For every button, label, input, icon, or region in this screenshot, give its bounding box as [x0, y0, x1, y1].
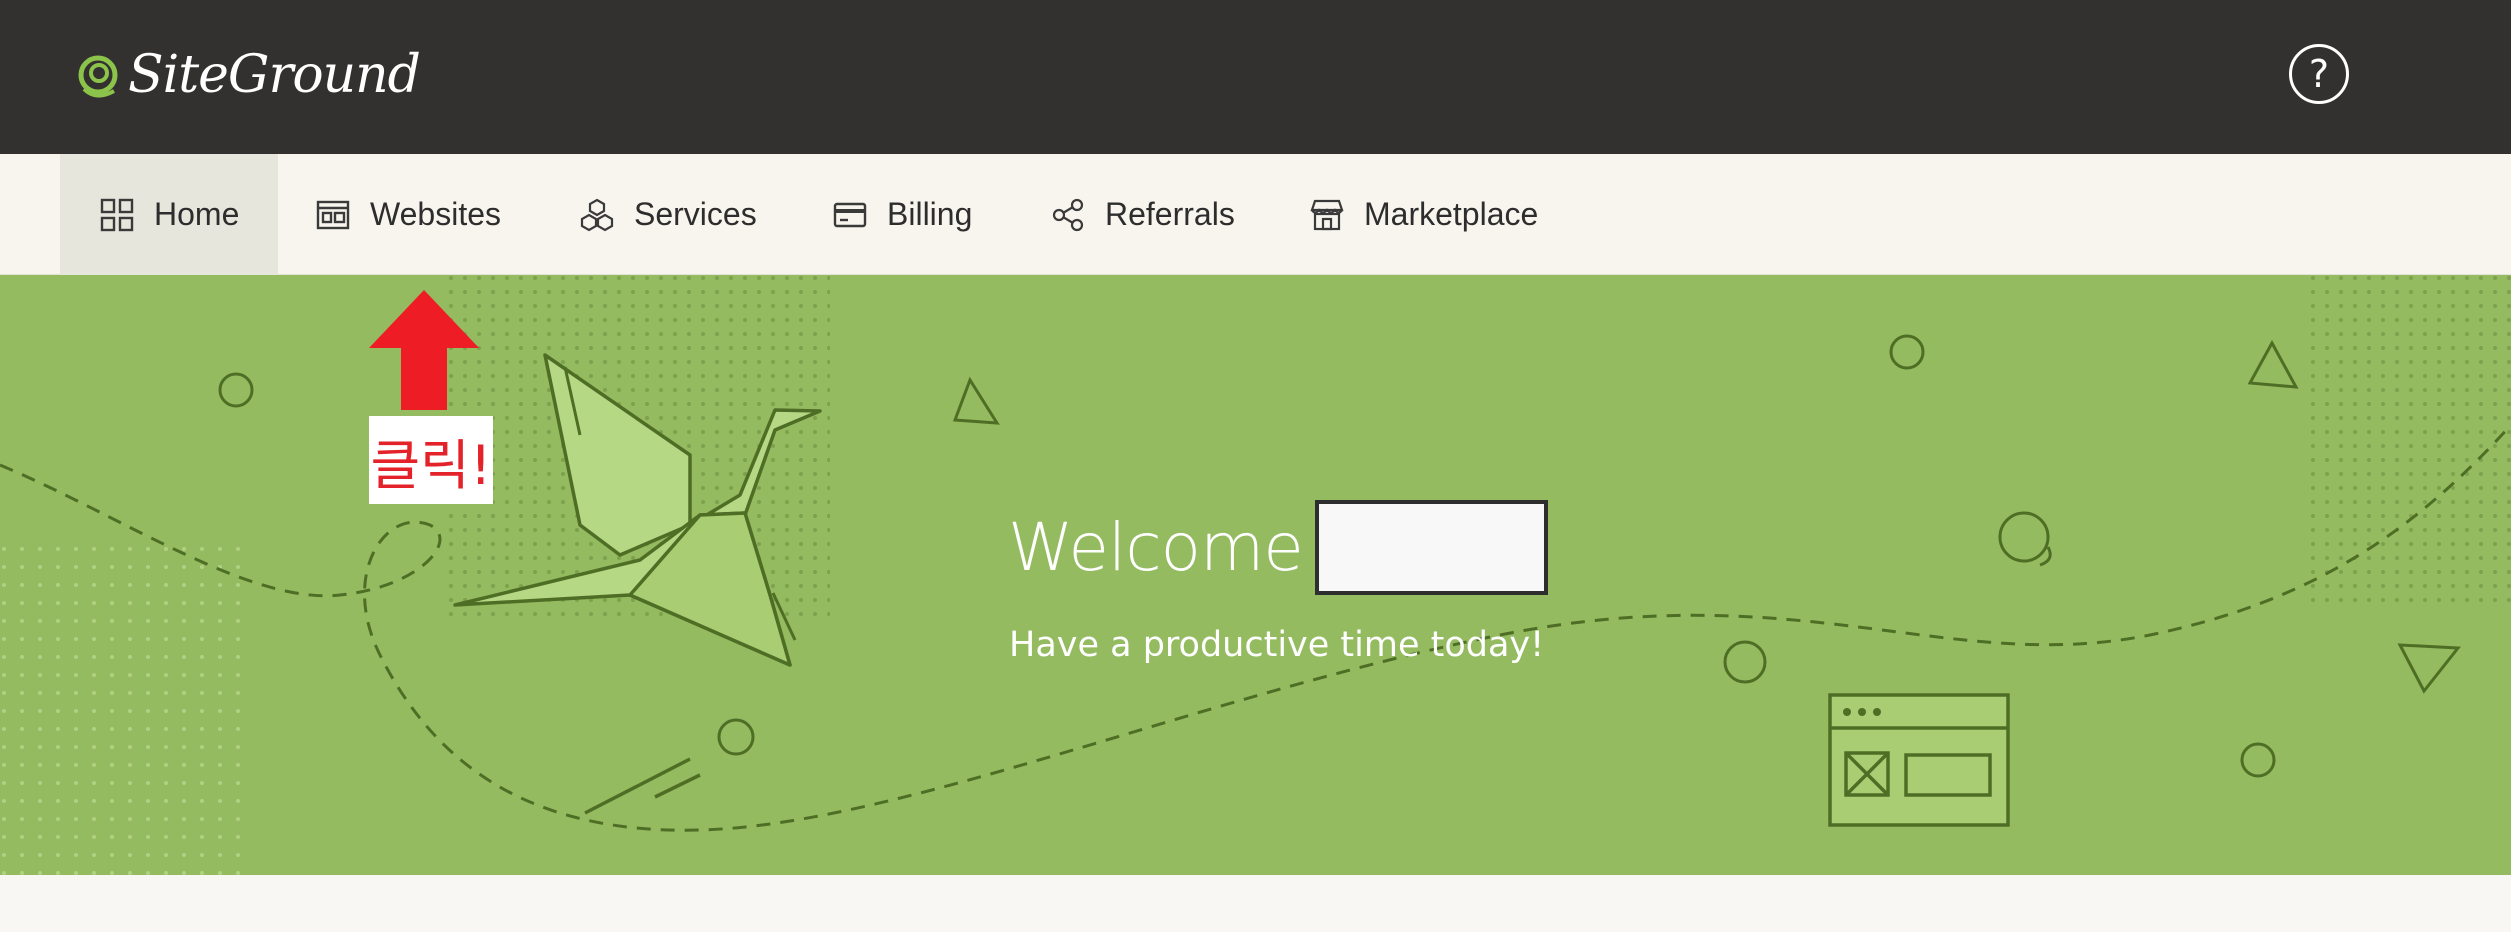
help-button[interactable]: ?	[2289, 44, 2349, 104]
welcome-text: Welcome	[1008, 509, 1304, 586]
share-nodes-icon	[1052, 198, 1084, 231]
nav-item-services[interactable]: Services	[580, 154, 757, 275]
credit-card-icon	[833, 202, 867, 227]
logo-text: SiteGround	[128, 45, 421, 105]
siteground-logo[interactable]: SiteGround	[78, 40, 421, 110]
click-annotation-label: 클릭!	[369, 416, 493, 504]
nav-label: Home	[154, 196, 240, 232]
nav-label: Billing	[887, 196, 973, 232]
main-navigation: Home Websites Services Billing Referrals	[0, 154, 2511, 275]
nav-label: Marketplace	[1364, 196, 1539, 232]
redacted-username-box	[1314, 500, 1548, 595]
nav-item-billing[interactable]: Billing	[833, 154, 972, 275]
content-area	[0, 875, 2511, 932]
nav-label: Referrals	[1105, 196, 1235, 232]
nav-item-home[interactable]: Home	[60, 154, 278, 275]
welcome-subtitle: Have a productive time today!	[1009, 625, 1545, 665]
red-up-arrow-icon	[369, 290, 479, 410]
grid-icon	[100, 198, 134, 231]
nav-label: Services	[634, 196, 757, 232]
siteground-logo-icon	[78, 55, 118, 98]
nav-label: Websites	[370, 196, 502, 232]
nav-item-marketplace[interactable]: Marketplace	[1310, 154, 1538, 275]
nav-item-referrals[interactable]: Referrals	[1051, 154, 1235, 275]
top-header: SiteGround ?	[0, 0, 2511, 154]
nav-item-websites[interactable]: Websites	[316, 154, 501, 275]
welcome-heading: Welcome	[1008, 500, 1548, 595]
browser-window-icon	[316, 200, 350, 229]
cubes-icon	[580, 198, 614, 231]
storefront-icon	[1310, 199, 1344, 230]
